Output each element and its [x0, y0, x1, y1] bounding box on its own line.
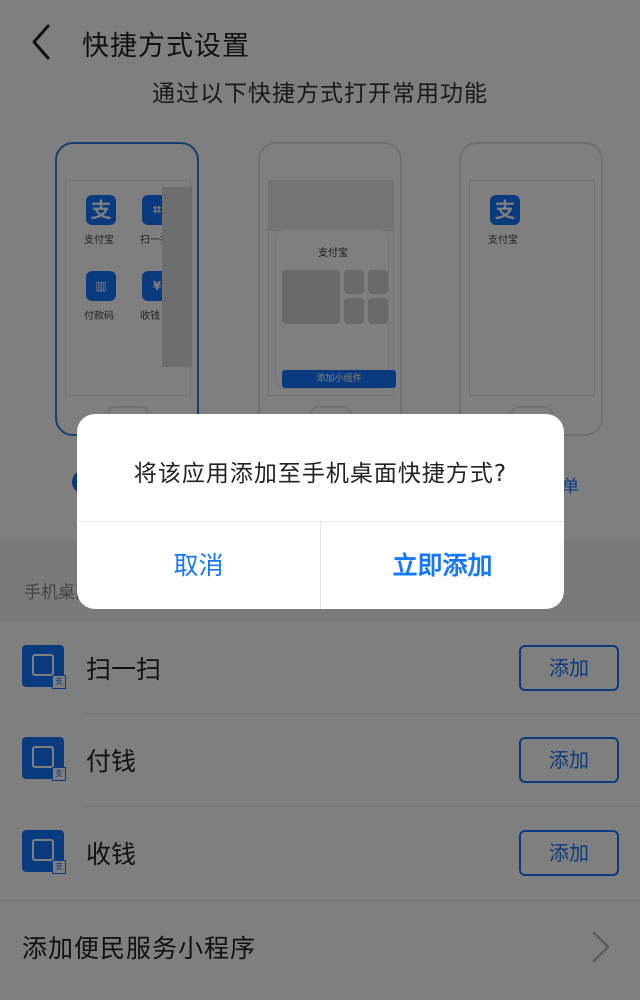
cancel-button[interactable]: 取消	[77, 522, 320, 609]
add-shortcut-dialog: 将该应用添加至手机桌面快捷方式? 取消 立即添加	[77, 414, 564, 609]
add-now-button[interactable]: 立即添加	[321, 522, 564, 609]
shortcut-settings-page: 快捷方式设置 通过以下快捷方式打开常用功能 支 支付宝 ⌗ 扫一扫 ▥ 付款码 …	[0, 0, 640, 1000]
dialog-message: 将该应用添加至手机桌面快捷方式?	[133, 461, 508, 487]
